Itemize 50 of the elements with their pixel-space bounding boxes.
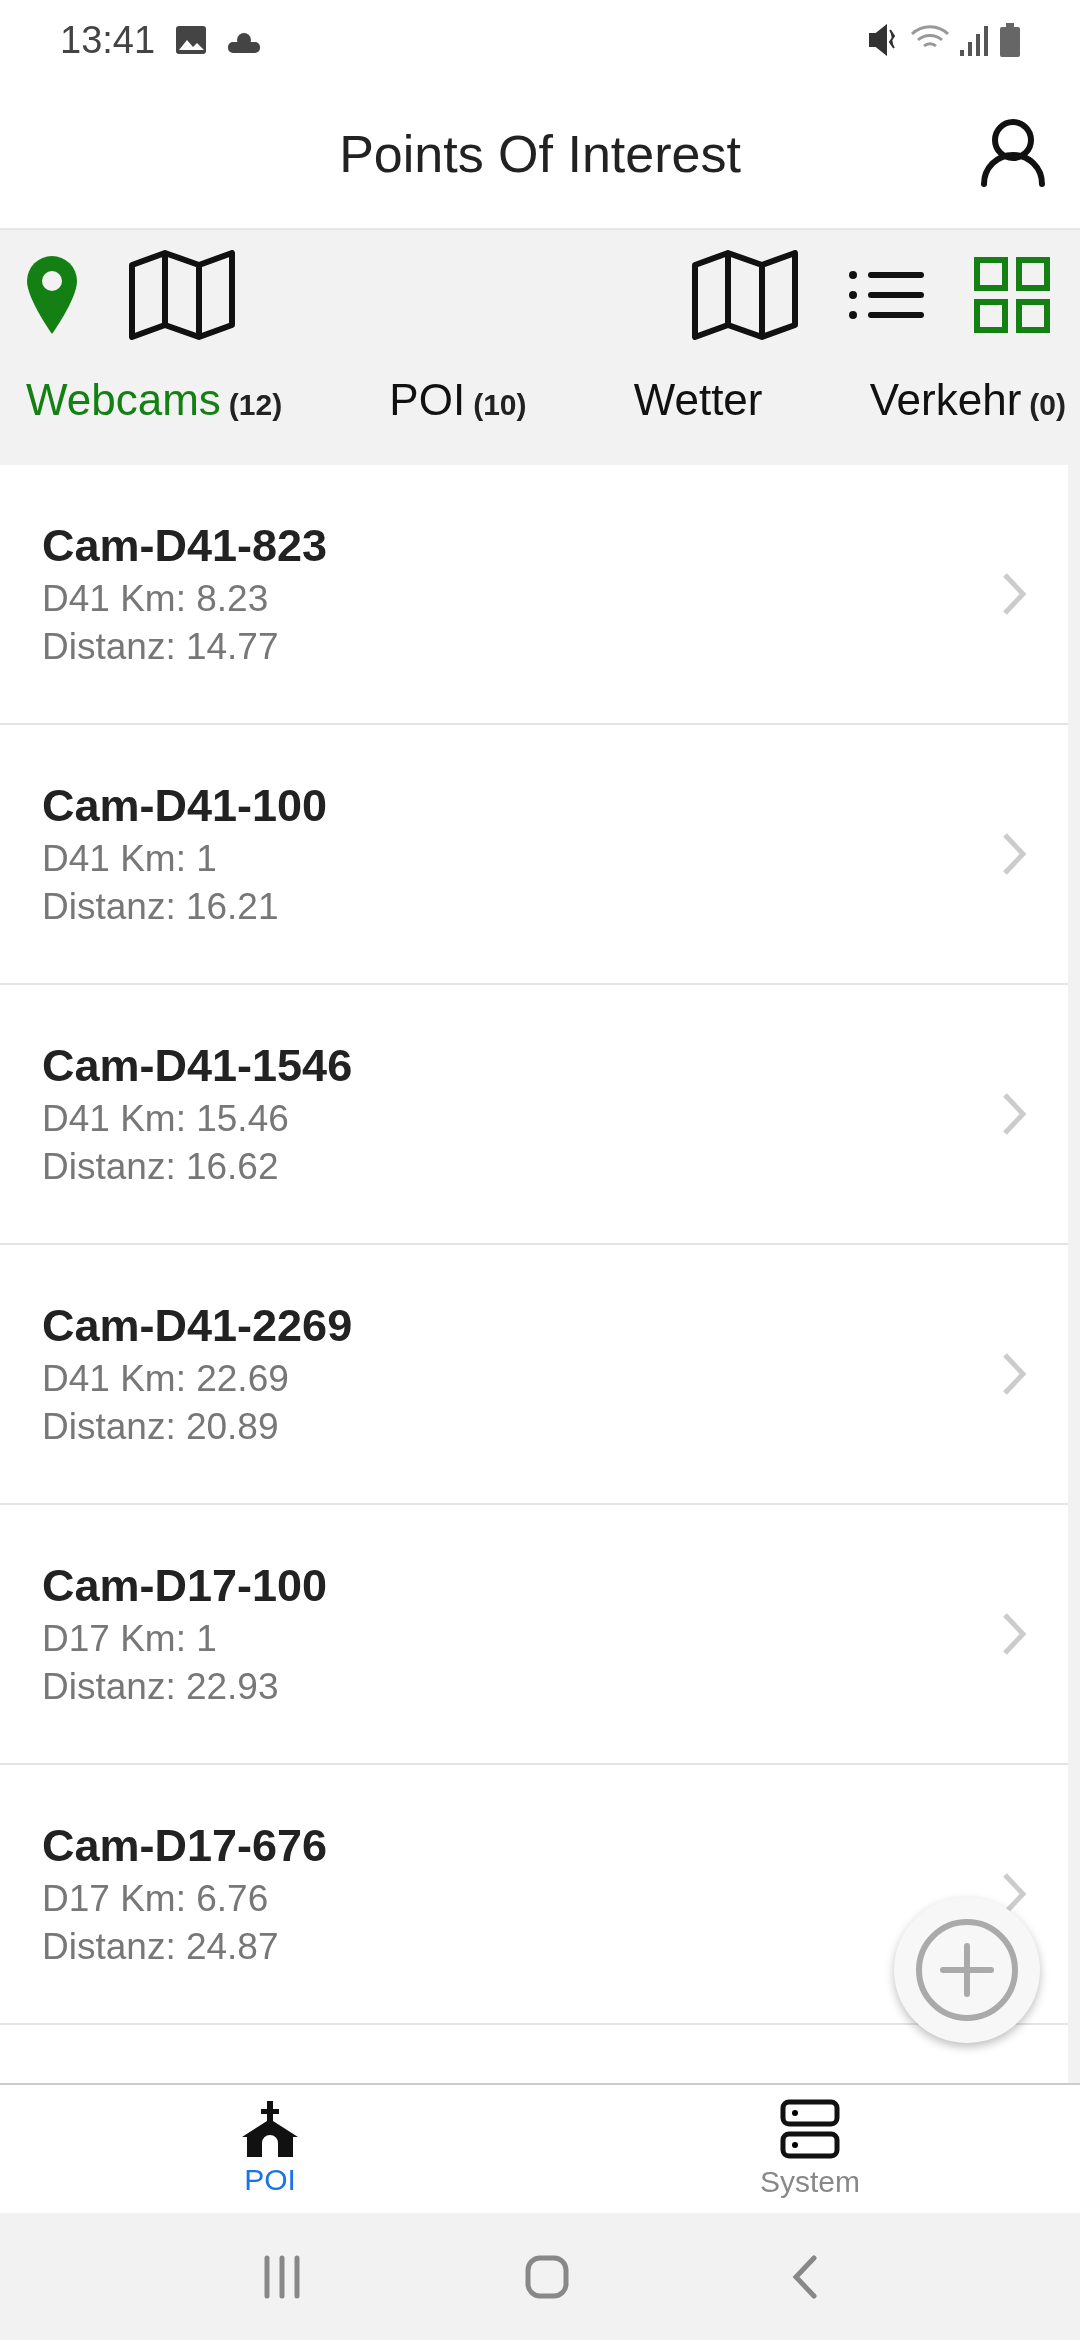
km-text: D17 Km: 6.76: [42, 1878, 270, 1920]
webcam-row[interactable]: Cam-D41-1546 D41 Km: 15.46 Distanz: 16.62: [0, 985, 1068, 1245]
user-icon[interactable]: [978, 118, 1048, 188]
km-text: D41 Km: 15.46: [42, 1098, 290, 1140]
webcam-row[interactable]: Cam-D41-100 D41 Km: 1 Distanz: 16.21: [0, 725, 1068, 985]
category-tab[interactable]: Webcams (12): [26, 375, 283, 425]
km-text: D41 Km: 22.69: [42, 1358, 290, 1400]
chevron-icon: [1002, 572, 1026, 616]
chevron-icon: [1002, 1092, 1026, 1136]
webcam-title: Cam-D17-676: [42, 1820, 329, 1872]
screen-title: Points Of Interest: [339, 124, 741, 184]
distance-text: Distanz: 22.93: [42, 1666, 280, 1708]
image-icon: [175, 25, 208, 55]
distance-text: Distanz: 16.21: [42, 886, 280, 928]
webcam-row[interactable]: Cam-D41-823 D41 Km: 8.23 Distanz: 14.77: [0, 465, 1068, 725]
km-text: D17 Km: 1: [42, 1618, 218, 1660]
back-icon[interactable]: [792, 2254, 819, 2299]
nav-tab[interactable]: System: [540, 2085, 1080, 2213]
webcam-row[interactable]: Cam-D17-100 D17 Km: 1 Distanz: 22.93: [0, 1505, 1068, 1765]
server-icon: [780, 2099, 840, 2159]
grid-icon: [974, 257, 1050, 333]
distance-text: Distanz: 20.89: [42, 1406, 280, 1448]
webcam-row[interactable]: Cam-D41-2269 D41 Km: 22.69 Distanz: 20.89: [0, 1245, 1068, 1505]
category-tab[interactable]: Verkehr (0): [869, 375, 1066, 425]
km-text: D41 Km: 8.23: [42, 578, 270, 620]
webcam-title: Cam-D41-100: [42, 780, 329, 832]
signal-icon: [960, 24, 990, 56]
chevron-icon: [1002, 832, 1026, 876]
distance-text: Distanz: 14.77: [42, 626, 280, 668]
webcam-title: Cam-D41-2269: [42, 1300, 354, 1352]
chevron-icon: [1002, 1612, 1026, 1656]
category-tab[interactable]: Wetter: [633, 375, 763, 425]
home-icon[interactable]: [525, 2254, 569, 2299]
map-icon: [129, 250, 235, 340]
church-icon: [242, 2101, 298, 2157]
category-tab[interactable]: POI (10): [389, 375, 527, 425]
location-pin-icon: [25, 254, 79, 336]
status-time: 13:41: [60, 18, 156, 62]
list-icon: [848, 270, 924, 320]
webcam-title: Cam-D41-1546: [42, 1040, 354, 1092]
map-icon: [692, 250, 798, 340]
distance-text: Distanz: 16.62: [42, 1146, 280, 1188]
km-text: D41 Km: 1: [42, 838, 218, 880]
nav-tab[interactable]: POI: [0, 2085, 540, 2213]
webcam-title: Cam-D41-823: [42, 520, 329, 572]
chevron-icon: [1002, 1352, 1026, 1396]
battery-icon: [1000, 23, 1020, 57]
webcam-title: Cam-D17-100: [42, 1560, 329, 1612]
distance-text: Distanz: 24.87: [42, 1926, 280, 1968]
webcam-row[interactable]: Cam-D17-676 D17 Km: 6.76 Distanz: 24.87: [0, 1765, 1068, 2025]
